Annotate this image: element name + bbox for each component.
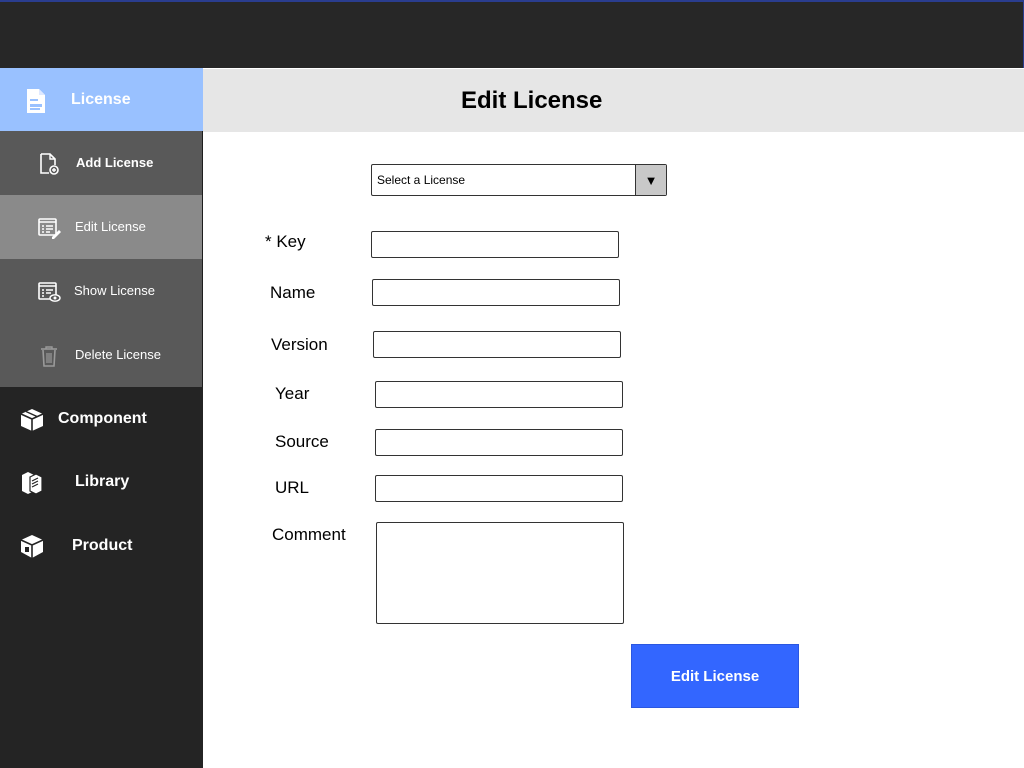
source-label: Source [275, 432, 329, 451]
url-input[interactable] [375, 475, 623, 502]
key-label: * Key [265, 232, 306, 251]
list-view-icon [36, 279, 62, 305]
page-title: Edit License [461, 87, 603, 114]
chevron-down-icon[interactable]: ▼ [635, 165, 666, 195]
sidebar-item-license[interactable]: License [0, 68, 203, 131]
package-icon [18, 532, 46, 560]
submenu-item-delete-license[interactable]: Delete License [0, 323, 203, 387]
name-label: Name [270, 283, 316, 302]
version-label: Version [271, 335, 328, 354]
name-input[interactable] [372, 279, 620, 306]
file-add-icon [36, 151, 62, 177]
trash-icon [36, 343, 62, 369]
sidebar-item-component[interactable]: Component [0, 387, 203, 451]
submenu-item-add-license-label: Add License [76, 155, 154, 170]
key-input[interactable] [371, 231, 619, 258]
license-select-value: Select a License [377, 173, 466, 187]
submenu-item-edit-license-label: Edit License [75, 219, 146, 234]
license-select[interactable]: Select a License ▼ [371, 164, 667, 196]
version-input[interactable] [373, 331, 621, 358]
list-edit-icon [36, 215, 62, 241]
box-icon [18, 405, 46, 433]
sidebar-item-library[interactable]: Library [0, 450, 203, 514]
sidebar-item-library-label: Library [75, 473, 130, 490]
top-bar [0, 0, 1024, 68]
submenu-item-show-license[interactable]: Show License [0, 259, 203, 323]
sidebar-item-product[interactable]: Product [0, 514, 203, 578]
sidebar-item-product-label: Product [72, 537, 133, 554]
edit-license-button[interactable]: Edit License [631, 644, 799, 708]
submenu-item-show-license-label: Show License [74, 283, 155, 298]
sidebar-item-component-label: Component [58, 410, 147, 427]
license-document-icon [22, 87, 50, 115]
url-label: URL [275, 478, 310, 497]
source-input[interactable] [375, 429, 623, 456]
submenu-item-edit-license[interactable]: Edit License [0, 195, 203, 259]
year-label: Year [275, 384, 310, 403]
sidebar-item-license-label: License [71, 91, 131, 108]
comment-label: Comment [272, 525, 346, 544]
year-input[interactable] [375, 381, 623, 408]
comment-textarea[interactable] [376, 522, 624, 624]
sidebar: License Add License Edit License Show Li… [0, 68, 203, 768]
submenu-item-add-license[interactable]: Add License [0, 131, 203, 195]
page-header: Edit License [203, 69, 1024, 132]
books-icon [18, 468, 46, 496]
submenu-item-delete-license-label: Delete License [75, 347, 161, 362]
